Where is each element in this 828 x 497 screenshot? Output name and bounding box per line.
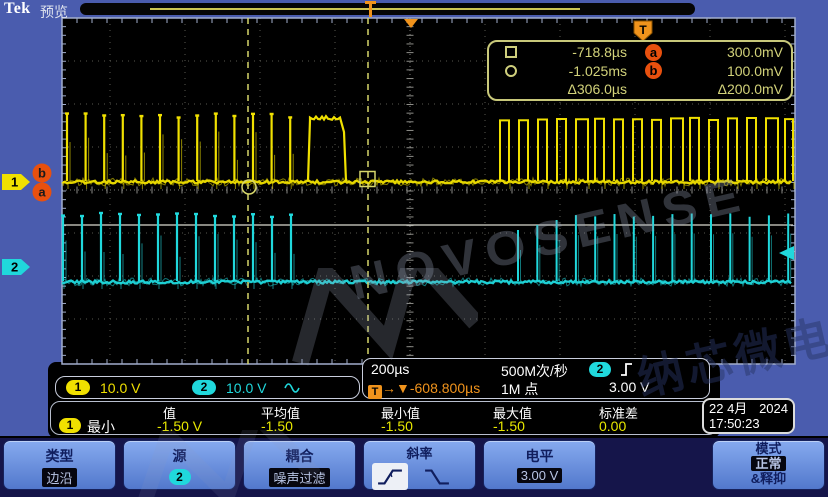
record-trigger-marker[interactable] [369,1,372,17]
meas-value: -1.50 V [157,418,202,434]
cursor-delta-time: Δ306.0µs [527,81,631,97]
ch2-coupling-sine-icon [284,381,300,395]
cursor-circle-time: -1.025ms [527,63,631,79]
cursor-circle-icon [505,65,517,77]
record-waveform-line [150,8,580,10]
menu-mode-label: 模式 [713,441,824,456]
record-length: 1M 点 [501,379,538,399]
menu-mode-value: 正常 [751,456,785,471]
trigger-source-badge: 2 [589,362,611,377]
menu-slope-label: 斜率 [364,443,475,462]
meas-channel-badge: 1 [59,418,81,433]
menu-coupling-label: 耦合 [244,446,355,466]
ch2-badge[interactable]: 2 [192,380,216,395]
record-view-bar[interactable] [80,3,695,15]
cursor-b-voltage: 100.0mV [673,63,787,79]
ch1-badge[interactable]: 1 [66,380,90,395]
expand-point-icon: ▼ [396,380,410,396]
menu-type-label: 类型 [4,446,115,466]
cursor-a-voltage: 300.0mV [673,44,787,60]
menu-mode-value2: &释抑 [713,471,824,486]
time-label: 17:50:23 [709,416,760,431]
slope-rising-selected[interactable] [372,463,408,490]
acquisition-status: 预览 [40,2,68,22]
timebase-trigger-bar: 200µs 500M次/秒 2 T→▼-608.800µs 1M 点 3.00 … [362,358,710,399]
slope-rising-icon [375,466,405,488]
cursor-readout-box: -718.8µs a 300.0mV -1.025ms b 100.0mV Δ3… [487,40,793,101]
cursor-square-icon [505,46,517,58]
channel-readout-bar: 1 10.0 V 2 10.0 V [55,376,360,399]
svg-text:a: a [38,185,46,200]
datetime-box: 22 4月 2024 17:50:23 [702,398,795,434]
menu-button-level[interactable]: 电平 3.00 V [483,440,596,490]
meas-mean: -1.50 [261,418,293,434]
trigger-slope-rising-icon [619,362,634,377]
menu-button-type[interactable]: 类型 边沿 [3,440,116,490]
menu-source-channel-badge: 2 [169,469,191,485]
measurement-bar: 值 平均值 最小值 最大值 标准差 1 最小 -1.50 V -1.50 -1.… [50,401,718,435]
menu-button-source[interactable]: 源 2 [123,440,236,490]
meas-name: 最小 [87,417,115,437]
timebase-scale: 200µs [371,361,409,377]
date-label: 22 4月 [709,401,747,416]
cursor-delta-voltage: Δ200.0mV [673,81,787,97]
svg-text:T: T [639,23,647,37]
menu-button-coupling[interactable]: 耦合 噪声过滤 [243,440,356,490]
menu-button-mode[interactable]: 模式 正常 &释抑 [712,440,825,490]
svg-text:1: 1 [11,175,18,190]
menu-source-label: 源 [124,446,235,466]
cursor-square-time: -718.8µs [527,44,631,60]
year-label: 2024 [759,401,788,416]
menu-coupling-value: 噪声过滤 [269,468,329,487]
menu-level-value: 3.00 V [517,468,563,483]
sample-rate: 500M次/秒 [501,361,568,381]
trigger-delay-readout: T→▼-608.800µs [368,380,480,399]
svg-text:b: b [38,166,46,181]
ch1-scale: 10.0 V [100,380,140,396]
meas-stddev: 0.00 [599,418,626,434]
cursor-a-badge: a [645,44,662,61]
menu-level-label: 电平 [484,446,595,466]
menu-button-slope[interactable]: 斜率 [363,440,476,490]
trigger-t-icon: T [368,385,382,399]
svg-text:2: 2 [11,260,18,275]
slope-falling-icon[interactable] [422,466,452,488]
trigger-delay-value: -608.800µs [410,380,480,396]
oscilloscope-screen: ba12T Tek 预览 -718.8µs a 300.0mV -1.025ms… [0,0,828,497]
arrow-right-icon: → [382,380,396,396]
meas-max: -1.50 [493,418,525,434]
trigger-level-readout: 3.00 V [609,379,649,395]
meas-min: -1.50 [381,418,413,434]
menu-type-value: 边沿 [42,468,76,487]
cursor-b-badge: b [645,62,662,79]
tek-logo: Tek [4,0,31,18]
ch2-scale: 10.0 V [226,380,266,396]
